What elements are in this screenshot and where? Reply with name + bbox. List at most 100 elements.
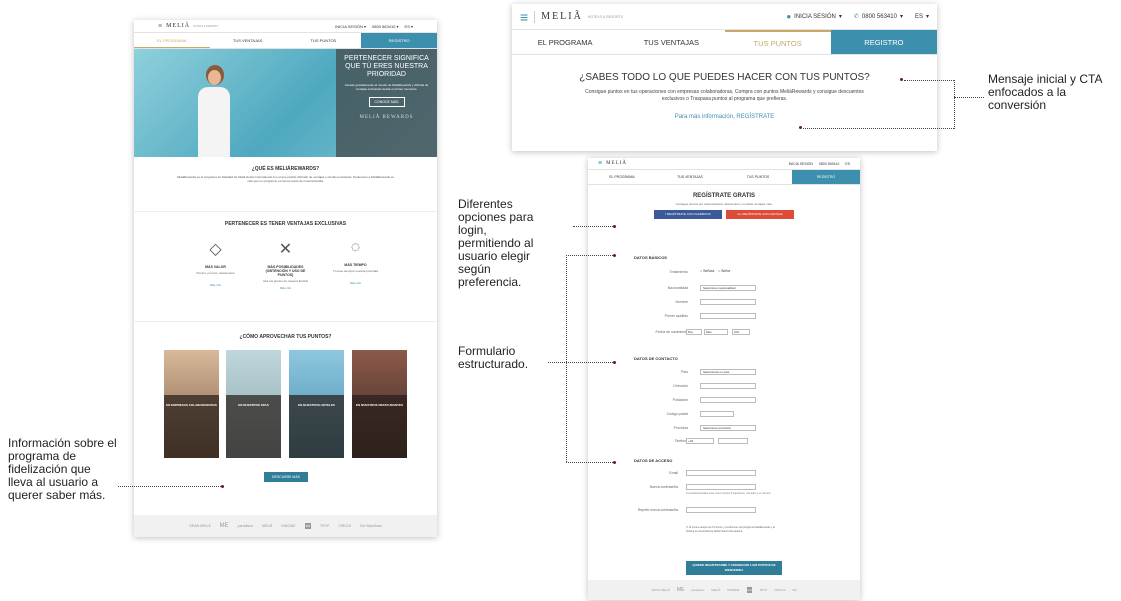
tab-program[interactable]: EL PROGRAMA: [588, 170, 656, 184]
tab-program[interactable]: EL PROGRAMA: [512, 30, 618, 54]
country-select[interactable]: Seleccionar un país: [700, 369, 756, 375]
field-label: País: [680, 370, 688, 374]
hero-button[interactable]: CONOCE MÁS: [368, 97, 405, 107]
menu-icon[interactable]: ≡: [598, 160, 602, 167]
footer-brand[interactable]: sol: [304, 523, 312, 529]
card-restaurants[interactable]: EN NUESTROS RESTAURANTES: [352, 350, 407, 458]
footer-brand[interactable]: MELIÃ: [711, 588, 720, 592]
login-link[interactable]: INICIA SESIÓN: [794, 14, 836, 20]
phone-link[interactable]: 0800 563410: [862, 14, 897, 20]
tab-advantages[interactable]: TUS VENTAJAS: [210, 33, 286, 48]
google-button[interactable]: G+ REGÍSTRATE CON GOOGLE: [726, 210, 794, 219]
footer-brand[interactable]: TRYP: [759, 588, 767, 592]
phone-link[interactable]: 0800 563410 ▾: [372, 24, 398, 29]
login-link[interactable]: INICIA SESIÓN: [789, 162, 813, 166]
tab-points[interactable]: TUS PUNTOS: [724, 170, 792, 184]
dob-month[interactable]: Mes: [704, 329, 728, 335]
tab-register[interactable]: REGISTRO: [361, 33, 437, 48]
field-label: Nueva contraseña: [649, 485, 678, 489]
zip-input[interactable]: [700, 411, 734, 417]
benefit-link[interactable]: Más info: [331, 281, 381, 285]
footer-brand[interactable]: MELIÃ: [262, 524, 273, 528]
google-label: REGÍSTRATE CON GOOGLE: [742, 212, 783, 216]
phone-link[interactable]: 0800 563410: [819, 162, 839, 166]
dob-year[interactable]: Año: [732, 329, 750, 335]
field-label: Dirección: [673, 384, 688, 388]
tab-advantages[interactable]: TUS VENTAJAS: [656, 170, 724, 184]
radio-label: Señora: [703, 269, 715, 273]
password-field[interactable]: [686, 484, 756, 490]
dob-day[interactable]: Día: [686, 329, 702, 335]
footer-brand[interactable]: CIRCLE: [774, 588, 785, 592]
phone-input[interactable]: [718, 438, 748, 444]
footer-brand[interactable]: ME: [677, 587, 685, 593]
tab-points[interactable]: TUS PUNTOS: [286, 33, 362, 48]
connector-line: [566, 255, 613, 256]
marker-dot: [221, 485, 224, 488]
footer-brand[interactable]: sol: [746, 587, 753, 593]
howto-title: ¿CÓMO APROVECHAR TUS PUNTOS?: [239, 334, 332, 340]
footer-brand[interactable]: GRAN MELIÃ: [651, 588, 670, 592]
radio-senora[interactable]: ○ Señora: [700, 269, 714, 273]
nationality-select[interactable]: Seleccione nacionalidad: [700, 285, 756, 291]
footer-brand[interactable]: Sol Wyndham: [360, 524, 382, 528]
discover-button[interactable]: DESCUBRE MÁS: [264, 472, 308, 482]
facebook-label: REGÍSTRATE CON FACEBOOK: [666, 212, 711, 216]
facebook-button[interactable]: f REGÍSTRATE CON FACEBOOK: [654, 210, 722, 219]
menu-icon[interactable]: ≡: [158, 23, 162, 30]
brand-logo[interactable]: MELIÃ: [541, 11, 583, 22]
lang-select[interactable]: ES: [915, 14, 923, 20]
footer-brand[interactable]: ME: [220, 523, 229, 529]
benefit-possibilities: ✕ MÁS POSIBILIDADES (OBTENCIÓN Y USO DE …: [261, 239, 311, 290]
card-hotels[interactable]: EN NUESTROS HOTELES: [289, 350, 344, 458]
phone-prefix[interactable]: +34: [686, 438, 714, 444]
repeat-password-field[interactable]: [686, 507, 756, 513]
name-input[interactable]: [700, 299, 756, 305]
footer-brand[interactable]: paradisus: [238, 524, 253, 528]
benefit-link[interactable]: Más info: [261, 286, 311, 290]
tab-advantages[interactable]: TUS VENTAJAS: [618, 30, 724, 54]
marker-dot: [613, 461, 616, 464]
card-title: EN NUESTROS HOTELES: [298, 403, 335, 408]
address-input[interactable]: [700, 383, 756, 389]
annotation-program-info: Información sobre el programa de fideliz…: [8, 436, 117, 502]
benefits-title: PERTENECER ES TENER VENTAJAS EXCLUSIVAS: [224, 221, 347, 227]
submit-button[interactable]: QUIERO REGISTRARME Y CONSEGUIR 1.000 PUN…: [686, 561, 782, 575]
tr-tabs: EL PROGRAMA TUS VENTAJAS TUS PUNTOS REGI…: [512, 30, 937, 55]
left-navbar: ≡ MELIÃ HOTELS & RESORTS INICIA SESIÓN ▾…: [134, 20, 437, 33]
tr-cta-link[interactable]: Para más información, REGÍSTRATE: [512, 114, 937, 120]
tab-register[interactable]: REGISTRO: [830, 30, 937, 54]
benefit-link[interactable]: Más info: [191, 283, 241, 287]
card-title: EN NUESTROS SPAS: [238, 403, 269, 408]
footer-brand[interactable]: paradisus: [691, 588, 704, 592]
legal-checkbox[interactable]: ☐ Al unirme acepto los Términos y condic…: [686, 526, 776, 533]
lang-select[interactable]: ES: [845, 162, 850, 166]
field-label: Fecha de nacimiento: [655, 330, 689, 334]
menu-icon[interactable]: ≡: [520, 9, 528, 25]
email-field[interactable]: [686, 470, 756, 476]
card-spas[interactable]: EN NUESTROS SPAS: [226, 350, 281, 458]
footer-brand[interactable]: CIRCLE: [338, 524, 351, 528]
footer-brand[interactable]: INNSIDE: [727, 588, 739, 592]
radio-senor[interactable]: ○ Señor: [718, 269, 730, 273]
province-select[interactable]: Seleccione provincia: [700, 425, 756, 431]
footer-brand[interactable]: INNSIDE: [281, 524, 295, 528]
brand-logo[interactable]: MELIÃ: [606, 161, 627, 166]
lang-select[interactable]: ES ▾: [405, 24, 413, 29]
brand-logo[interactable]: MELIÃ: [166, 23, 190, 29]
city-input[interactable]: [700, 397, 756, 403]
tab-points[interactable]: TUS PUNTOS: [724, 30, 831, 54]
sec-access-title: DATOS DE ACCESO: [634, 458, 673, 463]
program-page-screenshot: ≡ MELIÃ HOTELS & RESORTS INICIA SESIÓN ▾…: [134, 20, 437, 537]
footer-brand[interactable]: TRYP: [320, 524, 329, 528]
tab-register[interactable]: REGISTRO: [792, 170, 860, 184]
footer-brand[interactable]: GRAN MELIÃ: [189, 524, 211, 528]
card-companies[interactable]: EN EMPRESAS COLABORADORAS: [164, 350, 219, 458]
annotation-form: Formulario estructurado.: [458, 344, 529, 371]
form-navbar: ≡ MELIÃ INICIA SESIÓN 0800 563410 ES: [588, 158, 860, 170]
marker-dot: [900, 78, 903, 81]
login-link[interactable]: INICIA SESIÓN ▾: [335, 24, 366, 29]
footer-brand[interactable]: Sol: [792, 588, 796, 592]
tab-program[interactable]: EL PROGRAMA: [134, 33, 210, 48]
surname-input[interactable]: [700, 313, 756, 319]
